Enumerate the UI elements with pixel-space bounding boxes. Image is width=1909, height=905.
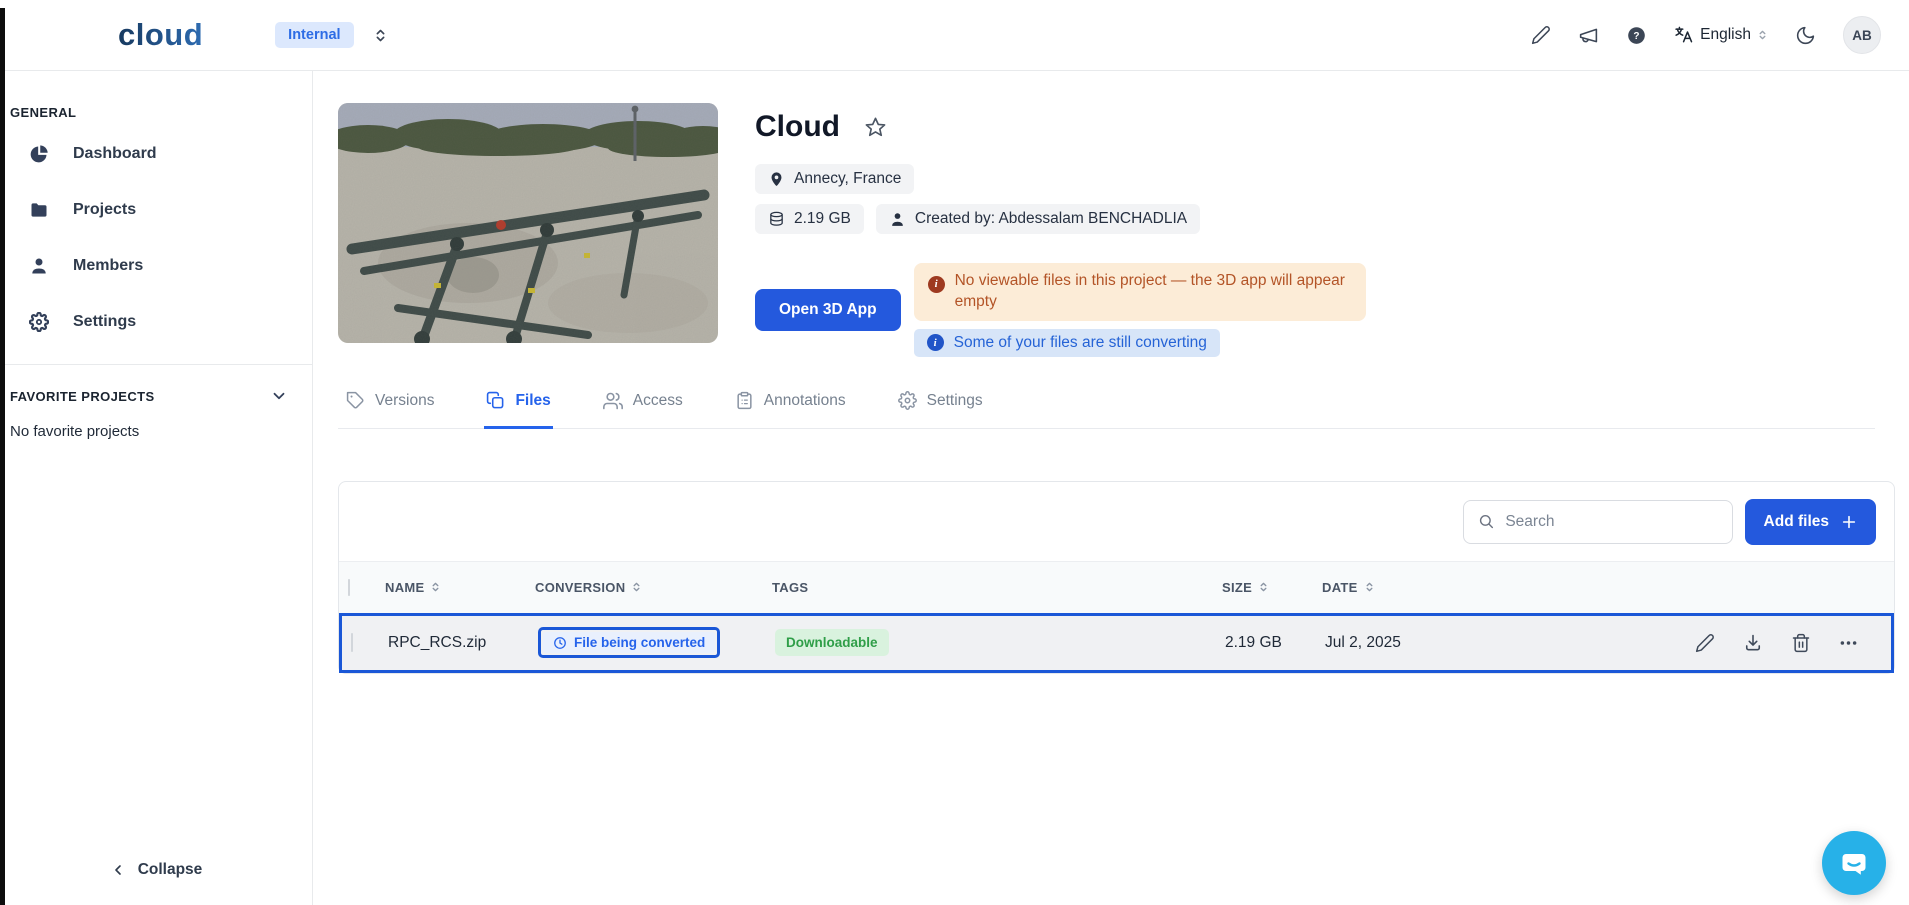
delete-file-icon[interactable]: [1790, 632, 1811, 653]
collapse-label: Collapse: [138, 861, 203, 879]
language-label: English: [1700, 26, 1751, 44]
warning-text: No viewable files in this project — the …: [955, 271, 1352, 313]
search-icon: [1478, 512, 1495, 531]
project-location-badge: Annecy, France: [755, 164, 914, 194]
announcements-megaphone-icon[interactable]: [1578, 25, 1599, 46]
app-window: cloud Internal ? English: [0, 0, 1909, 905]
translate-icon: [1674, 25, 1694, 45]
tab-annotations[interactable]: Annotations: [733, 383, 848, 429]
dark-mode-moon-icon[interactable]: [1795, 25, 1816, 46]
main-content: Cloud Annecy, France 2.19 GB: [313, 71, 1909, 905]
users-icon: [603, 391, 623, 411]
favorite-star-icon[interactable]: [864, 116, 887, 139]
downloadable-tag: Downloadable: [775, 629, 889, 656]
chat-widget-button[interactable]: [1822, 831, 1886, 895]
chevron-left-icon: [110, 862, 126, 878]
svg-text:?: ?: [1634, 31, 1640, 42]
open-3d-app-button[interactable]: Open 3D App: [755, 289, 901, 331]
sidebar-item-projects[interactable]: Projects: [0, 182, 312, 238]
column-header-size[interactable]: SIZE: [1222, 580, 1322, 595]
row-checkbox[interactable]: [351, 633, 353, 652]
column-header-tags: TAGS: [772, 580, 1222, 595]
file-date: Jul 2, 2025: [1325, 634, 1480, 652]
tab-settings[interactable]: Settings: [896, 383, 985, 429]
favorites-empty-text: No favorite projects: [0, 409, 312, 440]
sort-icon: [430, 580, 441, 594]
sidebar-item-settings[interactable]: Settings: [0, 294, 312, 350]
rename-file-icon[interactable]: [1694, 632, 1715, 653]
search-input-wrap[interactable]: [1463, 500, 1733, 544]
workspace-badge[interactable]: Internal: [275, 22, 353, 48]
user-avatar[interactable]: AB: [1843, 16, 1881, 54]
gear-icon: [29, 312, 49, 332]
collapse-sidebar-button[interactable]: Collapse: [0, 851, 312, 889]
left-edge-artifact: [0, 8, 5, 905]
person-icon: [29, 256, 49, 276]
table-header-row: NAME CONVERSION TAGS SIZE DATE: [339, 561, 1894, 613]
tag-icon: [346, 391, 365, 410]
sidebar: GENERAL Dashboard Projects Members Setti…: [0, 71, 313, 905]
column-header-conversion[interactable]: CONVERSION: [535, 580, 772, 595]
location-pin-icon: [768, 171, 785, 188]
project-title: Cloud: [755, 110, 840, 144]
sidebar-item-label: Dashboard: [73, 145, 157, 163]
chat-bubble-icon: [1837, 846, 1871, 880]
database-icon: [768, 211, 785, 228]
file-name: RPC_RCS.zip: [388, 634, 538, 652]
download-file-icon[interactable]: [1742, 632, 1763, 653]
add-files-button[interactable]: Add files: [1745, 499, 1876, 545]
sidebar-section-favorites: FAVORITE PROJECTS: [10, 389, 155, 404]
conversion-status-highlight: File being converted: [538, 627, 720, 658]
conversion-status-badge: File being converted: [543, 632, 715, 653]
info-icon: i: [927, 334, 944, 351]
tab-files[interactable]: Files: [484, 383, 552, 429]
tab-access[interactable]: Access: [601, 383, 685, 429]
language-chevron-icon: [1757, 28, 1768, 42]
info-text: Some of your files are still converting: [954, 334, 1207, 352]
file-row[interactable]: RPC_RCS.zip File being converted Downloa…: [339, 613, 1894, 673]
more-actions-icon[interactable]: [1838, 632, 1859, 653]
sidebar-item-label: Projects: [73, 201, 136, 219]
help-icon[interactable]: ?: [1626, 25, 1647, 46]
project-thumbnail: [338, 103, 718, 343]
sidebar-item-members[interactable]: Members: [0, 238, 312, 294]
project-tabs: Versions Files Access Annotations Settin…: [338, 383, 1875, 429]
search-input[interactable]: [1505, 513, 1717, 531]
select-all-checkbox[interactable]: [348, 579, 350, 596]
files-table-card: Add files NAME CONVERSION TAGS: [338, 481, 1895, 674]
edit-icon[interactable]: [1530, 25, 1551, 46]
app-logo: cloud: [118, 17, 203, 53]
files-icon: [486, 391, 505, 410]
topbar: cloud Internal ? English: [0, 0, 1909, 71]
workspace-switcher-icon[interactable]: [370, 25, 391, 46]
project-size-badge: 2.19 GB: [755, 204, 864, 234]
sort-icon: [1364, 580, 1375, 594]
sort-icon: [1258, 580, 1269, 594]
plus-icon: [1841, 514, 1857, 530]
file-size: 2.19 GB: [1225, 634, 1325, 652]
project-size: 2.19 GB: [794, 210, 851, 228]
sort-icon: [631, 580, 642, 594]
gear-icon: [898, 391, 917, 410]
project-location: Annecy, France: [794, 170, 901, 188]
column-header-name[interactable]: NAME: [385, 580, 535, 595]
no-viewable-files-warning: i No viewable files in this project — th…: [914, 263, 1366, 321]
sidebar-section-general: GENERAL: [0, 71, 312, 126]
sidebar-item-label: Settings: [73, 313, 136, 331]
sidebar-item-dashboard[interactable]: Dashboard: [0, 126, 312, 182]
project-creator: Created by: Abdessalam BENCHADLIA: [915, 210, 1187, 228]
warning-icon: i: [928, 276, 945, 293]
clipboard-icon: [735, 391, 754, 410]
folder-icon: [29, 200, 49, 220]
pie-chart-icon: [29, 144, 49, 164]
person-icon: [889, 211, 906, 228]
clock-icon: [553, 636, 567, 650]
language-selector[interactable]: English: [1674, 25, 1768, 45]
tab-versions[interactable]: Versions: [344, 383, 436, 429]
column-header-date[interactable]: DATE: [1322, 580, 1477, 595]
chevron-down-icon[interactable]: [270, 387, 288, 405]
project-creator-badge: Created by: Abdessalam BENCHADLIA: [876, 204, 1200, 234]
sidebar-item-label: Members: [73, 257, 143, 275]
files-converting-info: i Some of your files are still convertin…: [914, 329, 1220, 357]
